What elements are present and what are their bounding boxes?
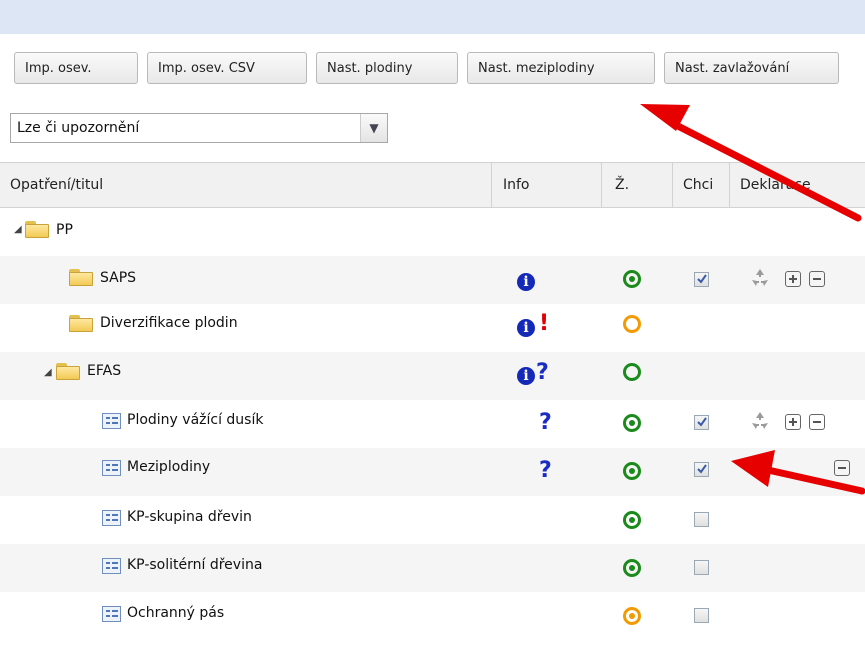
- annotation-arrow-toolbar: [640, 104, 862, 222]
- annotation-arrow-checkbox: [731, 450, 865, 495]
- annotation-arrows: [640, 104, 865, 495]
